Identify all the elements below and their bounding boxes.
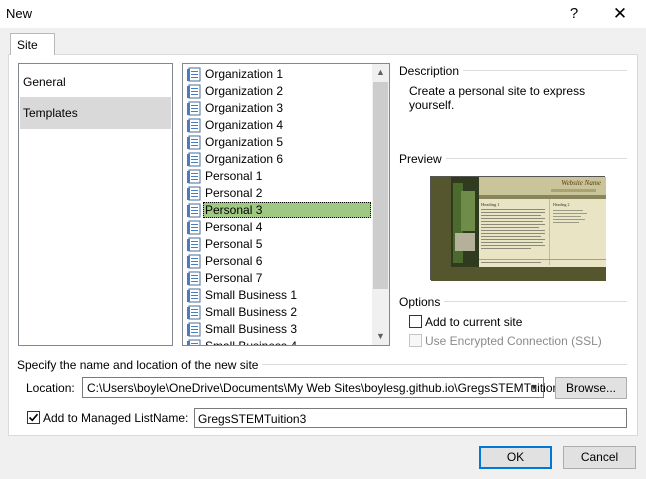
template-page-icon [186,288,201,303]
add-to-current-site-label[interactable]: Add to current site [425,315,522,329]
template-page-icon [186,254,201,269]
template-page-icon [186,186,201,201]
location-label: Location: [26,381,75,395]
template-page-icon [186,220,201,235]
template-item[interactable]: Small Business 2 [184,304,372,321]
template-item[interactable]: Small Business 3 [184,321,372,338]
scroll-up-arrow-icon[interactable]: ▲ [372,64,389,81]
template-list[interactable]: Organization 1 Organization 2 Organization… [182,63,390,346]
template-label: Personal 5 [205,237,263,251]
template-list-scrollbar[interactable]: ▲ ▼ [372,64,389,345]
tab-site[interactable]: Site [10,33,55,55]
template-page-icon [186,203,201,218]
chevron-down-icon[interactable]: ▼ [525,378,543,397]
template-label: Personal 4 [205,220,263,234]
location-combobox[interactable]: C:\Users\boyle\OneDrive\Documents\My Web… [82,377,566,398]
template-item[interactable]: Small Business 4 [184,338,372,346]
template-item[interactable]: Personal 6 [184,253,372,270]
template-page-icon [186,101,201,116]
category-item-general[interactable]: General [20,66,171,98]
template-page-icon [186,118,201,133]
category-label: Templates [23,106,78,120]
close-button[interactable]: ✕ [604,0,636,28]
category-label: General [23,75,66,89]
template-page-icon [186,84,201,99]
checkmark-icon [28,413,39,422]
add-to-current-site-checkbox[interactable] [409,315,422,328]
template-label: Small Business 4 [205,339,298,346]
location-value[interactable]: C:\Users\boyle\OneDrive\Documents\My Web… [87,381,566,395]
template-item[interactable]: Personal 3 [184,202,372,219]
template-item[interactable]: Small Business 1 [184,287,372,304]
template-item[interactable]: Organization 4 [184,117,372,134]
template-preview-image: Website Name Heading 1 Heading 2 [430,176,606,281]
ok-button[interactable]: OK [479,446,552,469]
window-title: New [6,6,33,21]
template-item[interactable]: Personal 2 [184,185,372,202]
template-item[interactable]: Organization 5 [184,134,372,151]
template-label: Personal 1 [205,169,263,183]
scroll-thumb[interactable] [373,82,388,289]
location-divider [240,364,627,365]
description-header: Description [399,64,464,78]
cancel-button[interactable]: Cancel [563,446,636,469]
add-to-managed-list-label[interactable]: Add to Managed List [43,411,153,425]
template-item[interactable]: Personal 4 [184,219,372,236]
template-item[interactable]: Personal 1 [184,168,372,185]
template-label: Small Business 2 [205,305,298,319]
template-page-icon [186,152,201,167]
template-label: Personal 2 [205,186,263,200]
template-item[interactable]: Organization 3 [184,100,372,117]
template-label: Personal 6 [205,254,263,268]
template-page-icon [186,67,201,82]
template-item[interactable]: Organization 6 [184,151,372,168]
template-label: Personal 3 [203,202,371,218]
help-button[interactable]: ? [560,0,588,28]
template-label: Organization 3 [205,101,284,115]
location-section-header: Specify the name and location of the new… [17,358,263,372]
add-to-managed-list-checkbox[interactable] [27,411,40,424]
name-input[interactable]: GregsSTEMTuition3 [194,408,627,428]
template-page-icon [186,135,201,150]
template-label: Organization 1 [205,67,284,81]
title-bar: New ? ✕ [0,0,646,28]
template-item[interactable]: Organization 1 [184,66,372,83]
template-item[interactable]: Personal 5 [184,236,372,253]
name-label: Name: [153,411,189,425]
close-icon: ✕ [612,4,628,23]
ssl-checkbox [409,334,422,347]
template-label: Personal 7 [205,271,263,285]
description-divider [455,70,627,71]
ssl-label: Use Encrypted Connection (SSL) [425,334,602,348]
template-page-icon [186,339,201,345]
template-label: Organization 6 [205,152,284,166]
template-page-icon [186,237,201,252]
options-divider [440,301,627,302]
preview-heading2: Heading 2 [553,202,570,207]
template-label: Organization 2 [205,84,284,98]
template-label: Small Business 1 [205,288,298,302]
category-item-templates[interactable]: Templates [20,97,171,129]
preview-site-title: Website Name [561,179,601,187]
preview-header: Preview [399,152,446,166]
preview-divider [440,158,627,159]
template-item[interactable]: Organization 2 [184,83,372,100]
template-page-icon [186,169,201,184]
template-label: Small Business 3 [205,322,298,336]
template-label: Organization 4 [205,118,284,132]
scroll-down-arrow-icon[interactable]: ▼ [372,328,389,345]
browse-button[interactable]: Browse... [555,377,627,399]
preview-heading1: Heading 1 [481,202,500,207]
template-page-icon [186,305,201,320]
description-text: Create a personal site to express yourse… [409,84,586,112]
template-item[interactable]: Personal 7 [184,270,372,287]
category-list[interactable]: General Templates [18,63,173,346]
template-page-icon [186,271,201,286]
template-page-icon [186,322,201,337]
options-header: Options [399,295,445,309]
template-label: Organization 5 [205,135,284,149]
